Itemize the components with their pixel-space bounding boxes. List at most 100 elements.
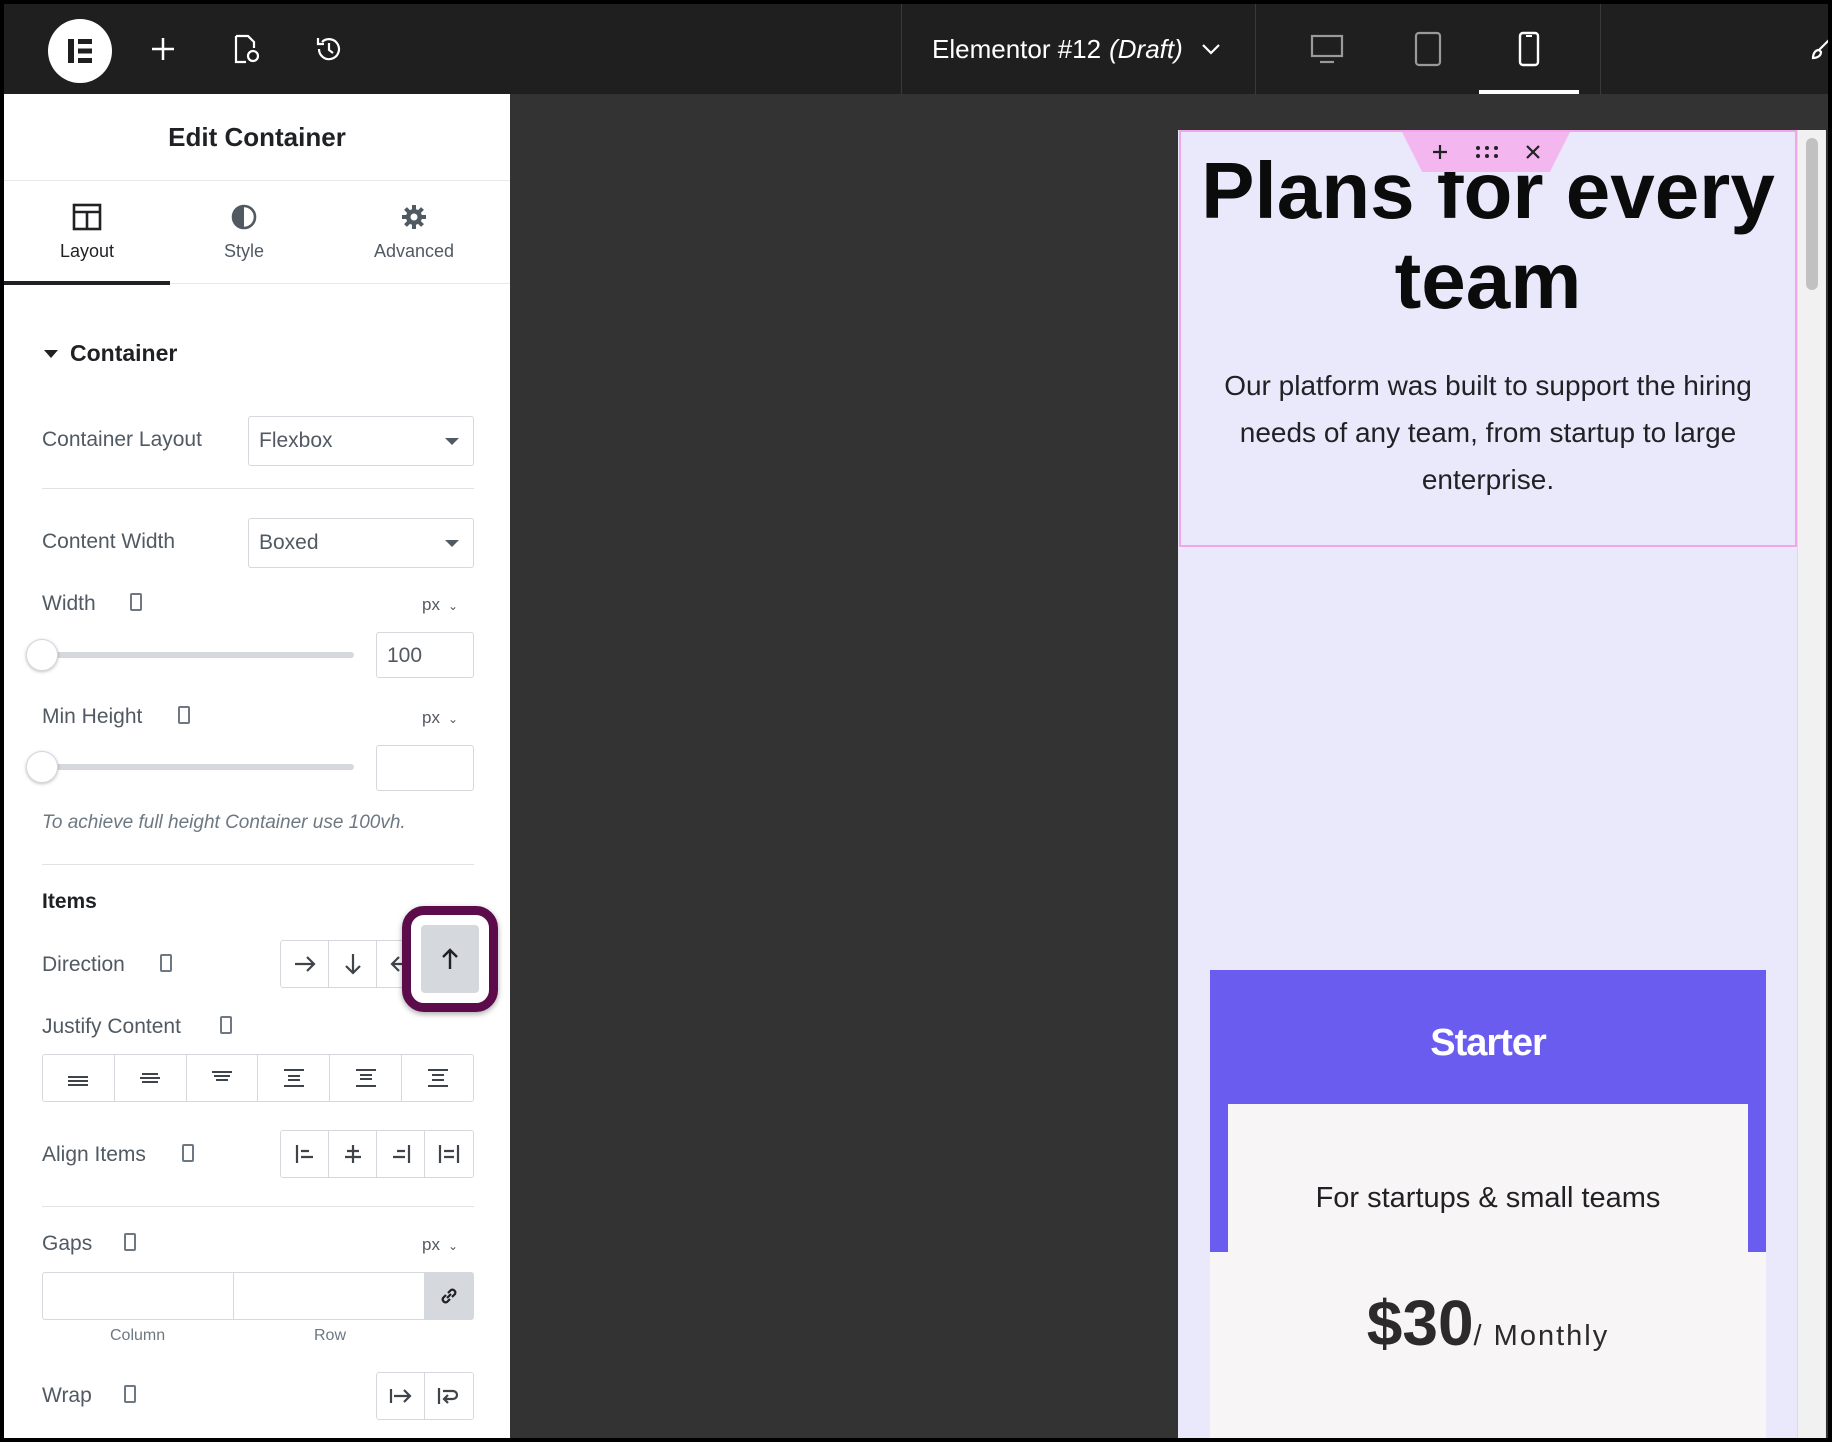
direction-column-reverse-highlight[interactable] (402, 906, 498, 1012)
document-title-dropdown[interactable]: Elementor #12 (Draft) (901, 4, 1256, 94)
link-icon (441, 1288, 457, 1304)
drag-handle-icon[interactable] (1475, 145, 1499, 159)
add-element-icon[interactable] (145, 31, 181, 67)
gap-row-caption: Row (314, 1327, 347, 1344)
justify-start-button[interactable] (43, 1055, 115, 1101)
direction-row-button[interactable] (281, 941, 329, 987)
toolbar-divider (1600, 4, 1601, 94)
document-status: (Draft) (1109, 33, 1183, 64)
desktop-view-button[interactable] (1277, 4, 1377, 94)
content-width-select[interactable]: Boxed (248, 518, 474, 568)
price-period: / Monthly (1473, 1320, 1610, 1352)
no-wrap-icon (389, 1389, 412, 1403)
pricing-card-price[interactable]: $30/ Monthly (1228, 1286, 1748, 1360)
wrap-button[interactable] (425, 1373, 473, 1419)
price-amount: $30 (1366, 1287, 1474, 1359)
justify-start-icon (68, 1076, 89, 1086)
chevron-down-icon: ⌄ (447, 712, 459, 726)
canvas-background (510, 94, 1178, 1438)
width-slider-handle[interactable] (26, 639, 58, 671)
pricing-card-inner (1228, 1104, 1748, 1438)
align-stretch-button[interactable] (425, 1131, 473, 1177)
container-section-toggle[interactable]: Container (44, 340, 177, 367)
wrap-label: Wrap (42, 1384, 92, 1407)
width-unit-select[interactable]: px ⌄ (422, 595, 458, 615)
container-layout-select[interactable]: Flexbox (248, 416, 474, 466)
responsive-mobile-icon[interactable] (130, 593, 142, 611)
justify-space-between-button[interactable] (258, 1055, 331, 1101)
gaps-inputs (42, 1272, 474, 1320)
justify-content-label: Justify Content (42, 1015, 181, 1038)
wrap-icon (437, 1388, 459, 1404)
elementor-logo[interactable] (48, 19, 112, 83)
items-heading: Items (42, 890, 97, 913)
direction-label: Direction (42, 953, 125, 976)
align-center-button[interactable] (329, 1131, 377, 1177)
justify-space-around-icon (355, 1069, 376, 1087)
min-height-input[interactable] (376, 745, 474, 791)
min-height-slider-handle[interactable] (26, 751, 58, 783)
justify-end-button[interactable] (186, 1055, 259, 1101)
gaps-label: Gaps (42, 1232, 93, 1255)
no-wrap-button[interactable] (377, 1373, 425, 1419)
brush-icon[interactable] (1804, 31, 1828, 67)
direction-column-button[interactable] (329, 941, 377, 987)
top-bar: Elementor #12 (Draft) (4, 4, 1828, 94)
close-icon[interactable] (1525, 144, 1541, 160)
history-icon[interactable] (311, 31, 347, 67)
hero-heading[interactable]: Plans for every team (1179, 146, 1797, 326)
align-end-icon (392, 1145, 410, 1163)
tab-advanced[interactable]: Advanced (318, 181, 510, 284)
gap-row-input[interactable] (234, 1273, 425, 1319)
responsive-mobile-icon[interactable] (178, 706, 190, 724)
pricing-card-title[interactable]: Starter (1210, 1022, 1766, 1065)
gap-column-input[interactable] (43, 1273, 234, 1319)
divider (42, 1206, 474, 1207)
min-height-slider-track[interactable] (42, 764, 354, 770)
justify-space-around-button[interactable] (330, 1055, 403, 1101)
wrap-button-group (376, 1372, 474, 1420)
align-end-button[interactable] (377, 1131, 425, 1177)
justify-center-icon (140, 1073, 161, 1083)
direction-column-reverse-button[interactable] (421, 925, 479, 993)
tab-layout[interactable]: Layout (4, 181, 170, 285)
container-toolbar (1402, 132, 1570, 172)
width-input[interactable]: 100 (376, 632, 474, 678)
panel-tabs: Layout Style Advanced (4, 181, 510, 285)
pricing-card-tagline[interactable]: For startups & small teams (1228, 1182, 1748, 1215)
container-layout-label: Container Layout (42, 428, 202, 451)
tab-style[interactable]: Style (170, 181, 318, 284)
gaps-unit-select[interactable]: px ⌄ (422, 1235, 458, 1255)
responsive-mobile-icon[interactable] (220, 1016, 232, 1034)
document-name: Elementor #12 (932, 33, 1102, 64)
min-height-label: Min Height (42, 705, 143, 728)
hero-subtitle[interactable]: Our platform was built to support the hi… (1204, 362, 1772, 503)
arrow-up-icon (442, 948, 458, 969)
page-settings-icon[interactable] (227, 31, 263, 67)
add-icon[interactable] (1431, 143, 1449, 161)
responsive-mobile-icon[interactable] (124, 1233, 136, 1251)
justify-content-button-group (42, 1054, 474, 1102)
mobile-view-button[interactable] (1479, 4, 1579, 94)
justify-center-button[interactable] (114, 1055, 187, 1101)
half-circle-icon (231, 204, 257, 230)
link-values-button[interactable] (425, 1273, 473, 1319)
content-width-label: Content Width (42, 530, 176, 553)
tablet-view-button[interactable] (1378, 4, 1478, 94)
container-layout-value: Flexbox (259, 429, 333, 452)
responsive-mobile-icon[interactable] (182, 1144, 194, 1162)
responsive-mobile-icon[interactable] (160, 954, 172, 972)
align-start-button[interactable] (281, 1131, 329, 1177)
scrollbar-thumb[interactable] (1806, 138, 1818, 290)
mobile-icon (1518, 31, 1540, 67)
tab-layout-label: Layout (59, 241, 115, 261)
width-slider-track[interactable] (42, 652, 354, 658)
arrow-right-icon (294, 956, 316, 972)
content-width-value: Boxed (259, 531, 319, 554)
chevron-down-icon: ⌄ (447, 599, 459, 613)
min-height-unit-select[interactable]: px ⌄ (422, 708, 458, 728)
preview-scrollbar[interactable] (1797, 130, 1825, 1438)
align-items-label: Align Items (42, 1143, 146, 1166)
responsive-mobile-icon[interactable] (124, 1385, 136, 1403)
justify-space-evenly-button[interactable] (402, 1055, 473, 1101)
